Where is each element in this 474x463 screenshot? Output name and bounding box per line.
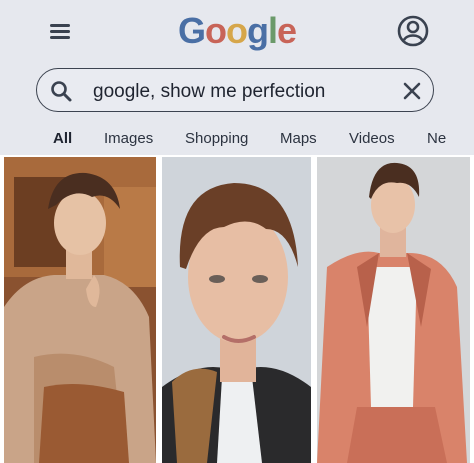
account-circle-icon[interactable]	[396, 14, 430, 48]
logo-letter: o	[204, 10, 227, 51]
tab-images[interactable]: Images	[104, 130, 153, 147]
logo-letter: o	[225, 10, 248, 51]
search-input[interactable]: google, show me perfection	[93, 81, 325, 103]
logo-letter: G	[177, 10, 206, 51]
tab-shopping[interactable]: Shopping	[185, 130, 248, 147]
google-header: Google google, show me perfection All Im…	[0, 0, 474, 155]
close-icon[interactable]	[401, 80, 423, 102]
tab-all[interactable]: All	[53, 130, 72, 147]
logo-letter: g	[246, 10, 269, 51]
search-tabs: All Images Shopping Maps Videos Ne	[0, 130, 474, 150]
logo-letter: e	[277, 10, 297, 51]
search-icon[interactable]	[49, 79, 73, 103]
tab-videos[interactable]: Videos	[349, 130, 395, 147]
image-result-1[interactable]	[4, 157, 156, 463]
search-bar[interactable]: google, show me perfection	[36, 68, 434, 112]
tab-maps[interactable]: Maps	[280, 130, 317, 147]
image-result-2[interactable]	[162, 157, 311, 463]
logo-letter: l	[267, 10, 278, 51]
image-result-3[interactable]	[317, 157, 470, 463]
tab-news[interactable]: Ne	[427, 130, 446, 147]
